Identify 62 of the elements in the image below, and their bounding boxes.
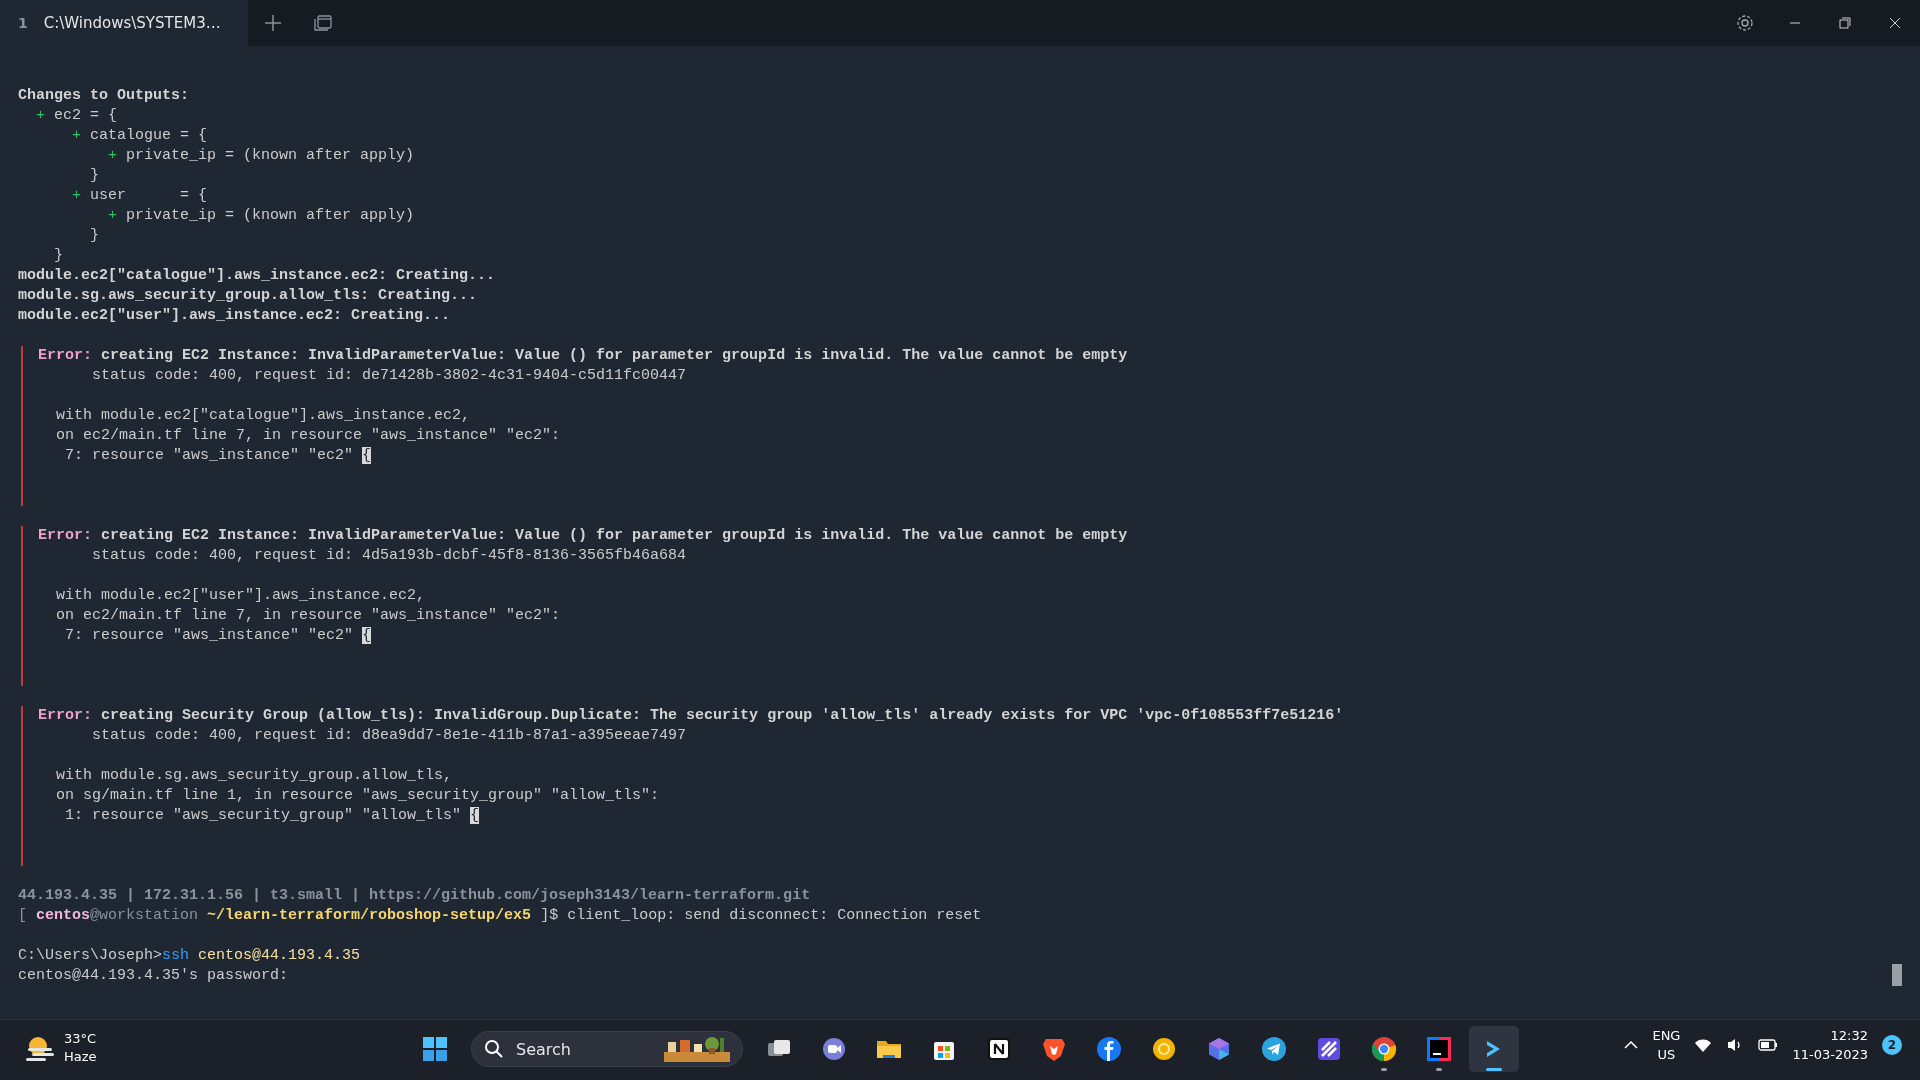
battery-icon[interactable] (1758, 1037, 1779, 1053)
code-line: 7: resource "aws_instance" "ec2" { (64, 446, 373, 466)
terminal-line: + private_ip = (known after apply) (107, 146, 416, 166)
shield-icon[interactable] (1042, 1036, 1066, 1062)
terminal-line: Error: creating Security Group (allow_tls): InvalidGroup.Duplicate: The security group 'allow_tls' already exists for VPC 'vpc-0f108553ff7e51216' (38, 706, 1345, 726)
terminal-line: Error: creating EC2 Instance: InvalidParameterValue: Value () for parameter groupId is invalid. The value cannot be empty (38, 346, 1129, 366)
weather-condition: Haze (64, 1048, 97, 1066)
ring-icon[interactable] (1151, 1036, 1177, 1062)
wifi-icon[interactable] (1694, 1037, 1713, 1053)
terminal-line: with module.ec2["catalogue"].aws_instance.ec2, (55, 406, 472, 426)
terminal-line: module.ec2["user"].aws_instance.ec2: Creating... (18, 306, 452, 326)
notebook-icon[interactable] (986, 1036, 1012, 1062)
terminal-line: on ec2/main.tf line 7, in resource "aws_instance" "ec2": (55, 606, 562, 626)
temperature: 33°C (64, 1030, 97, 1048)
terminal-line: } (53, 246, 64, 266)
four-squares-icon (422, 1036, 448, 1062)
terminal-line: status code: 400, request id: d8ea9dd7-8e1e-411b-87a1-a395eeae7497 (91, 726, 688, 746)
terminal-line: status code: 400, request id: de71428b-3802-4c31-9404-c5d11fc00447 (91, 366, 688, 386)
terminal-line: module.sg.aws_security_group.allow_tls: Creating... (18, 286, 479, 306)
terminal-line: C:\Users\Joseph>ssh centos@44.193.4.35 (18, 946, 362, 966)
terminal-line: Changes to Outputs: (18, 86, 191, 106)
code-line: 7: resource "aws_instance" "ec2" { (64, 626, 373, 646)
code-line: 1: resource "aws_security_group" "allow_tls" { (64, 806, 481, 826)
browser-icon[interactable] (1371, 1036, 1397, 1062)
plus-icon (264, 14, 282, 32)
restore-icon (1839, 17, 1851, 29)
terminal-line: module.ec2["catalogue"].aws_instance.ec2: Creating... (18, 266, 497, 286)
language-indicator[interactable]: ENG US (1652, 1026, 1681, 1064)
ide-icon[interactable] (1426, 1036, 1452, 1062)
terminal-line: status code: 400, request id: 4d5a193b-dcbf-45f8-8136-3565fb46a684 (91, 546, 688, 566)
terminal-line: } (89, 166, 100, 186)
paper-plane-icon[interactable] (1261, 1036, 1287, 1062)
hexagon-icon[interactable] (1206, 1036, 1232, 1062)
terminal-line: + user = { (71, 186, 209, 206)
terminal-line: on ec2/main.tf line 7, in resource "aws_instance" "ec2": (55, 426, 562, 446)
search-icon (484, 1039, 504, 1059)
terminal-line: + catalogue = { (71, 126, 209, 146)
clock[interactable]: 12:32 11-03-2023 (1792, 1026, 1868, 1064)
show-hidden-icons-button[interactable] (1624, 1040, 1639, 1050)
striped-square-icon[interactable] (1316, 1036, 1342, 1062)
scrollbar-thumb[interactable] (1892, 964, 1902, 986)
terminal-line: with module.ec2["user"].aws_instance.ec2, (55, 586, 427, 606)
terminal-line: centos@44.193.4.35's password: (18, 966, 290, 986)
search-field[interactable]: Search (514, 1038, 638, 1060)
terminal-line: + private_ip = (known after apply) (107, 206, 416, 226)
terminal-tab[interactable]: 1 C:\Windows\SYSTEM3… (0, 0, 248, 46)
notification-badge[interactable]: 2 (1882, 1035, 1902, 1055)
chat-icon[interactable] (821, 1036, 847, 1062)
close-icon (1889, 17, 1901, 29)
terminal-line: + ec2 = { (35, 106, 119, 126)
caret-icon (1624, 1040, 1639, 1050)
terminal-line: } (89, 226, 100, 246)
terminal-line: [ centos@workstation ~/learn-terraform/roboshop-setup/ex5 ]$ client_loop: send disconnect: Connection reset (18, 906, 983, 926)
social-app-icon[interactable] (1096, 1036, 1122, 1062)
terminal-line: on sg/main.tf line 1, in resource "aws_security_group" "allow_tls": (55, 786, 661, 806)
terminal-line: with module.sg.aws_security_group.allow_tls, (55, 766, 454, 786)
search-bar[interactable]: Search (471, 1031, 743, 1067)
gear-icon (1735, 13, 1755, 33)
taskbar-app-button[interactable] (1469, 1026, 1519, 1072)
windows-stack-icon (313, 14, 333, 32)
terminal-line: 44.193.4.35 | 172.31.1.56 | t3.small | https://github.com/joseph3143/learn-terraform.git (18, 886, 812, 906)
terminal-line: Error: creating EC2 Instance: InvalidParameterValue: Value () for parameter groupId is invalid. The value cannot be empty (38, 526, 1129, 546)
